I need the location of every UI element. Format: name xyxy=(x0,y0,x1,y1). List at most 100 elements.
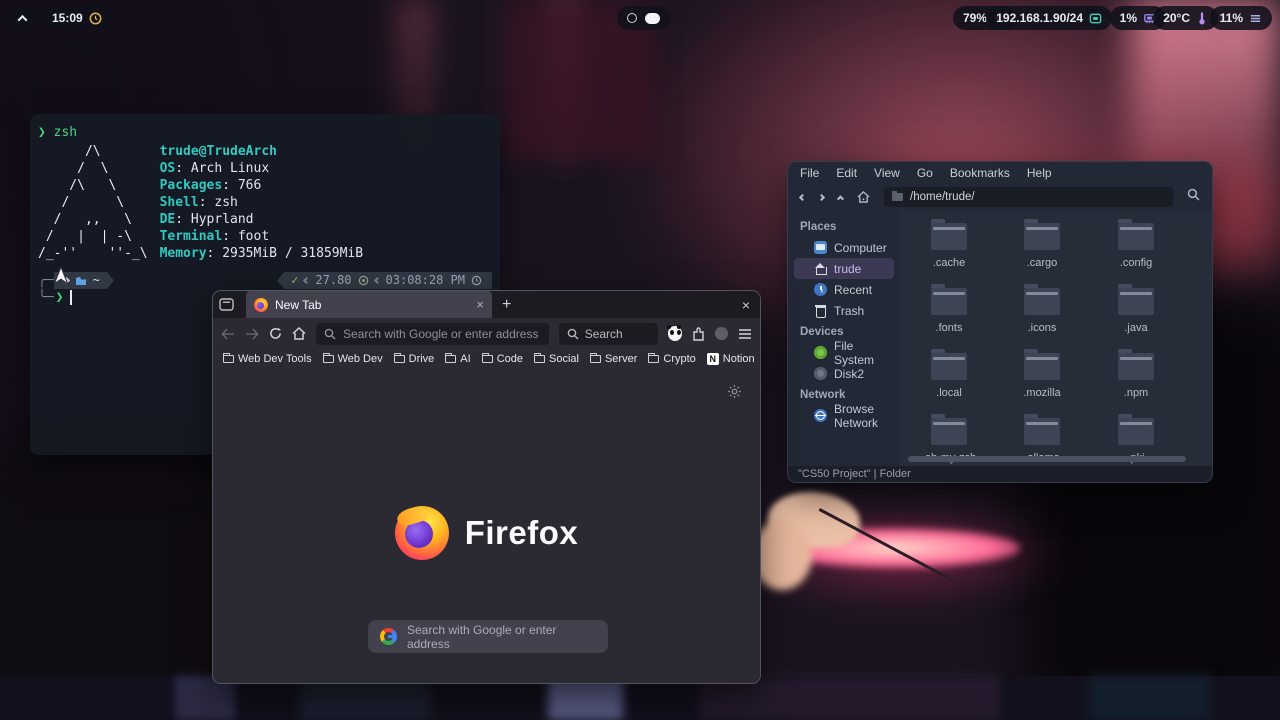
file-item[interactable]: .mozilla xyxy=(999,353,1085,399)
bookmark-folder-web-dev-tools[interactable]: Web Dev Tools xyxy=(223,353,312,365)
fastfetch-info: trude@TrudeArch OS: Arch Linux Packages:… xyxy=(160,143,364,262)
new-tab-button[interactable]: + xyxy=(502,296,511,314)
searchbar-input[interactable]: Search xyxy=(559,323,658,345)
personalize-gear-button[interactable] xyxy=(727,384,742,404)
newtab-search-input[interactable]: Search with Google or enter address xyxy=(368,620,608,653)
menu-edit[interactable]: Edit xyxy=(836,166,857,180)
bookmark-folder-drive[interactable]: Drive xyxy=(394,353,435,365)
prompt-cwd: ~ xyxy=(93,272,100,289)
horizontal-scrollbar[interactable] xyxy=(908,456,1186,462)
forward-button[interactable] xyxy=(245,328,259,340)
cpu-widget[interactable]: 11% xyxy=(1210,6,1272,30)
reload-button[interactable] xyxy=(269,327,282,340)
temperature-value: 20°C xyxy=(1163,11,1190,25)
folder-icon xyxy=(445,355,456,363)
bookmark-folder-server[interactable]: Server xyxy=(590,353,637,365)
sidebar-section-places: Places xyxy=(788,216,900,237)
file-item[interactable]: .java xyxy=(1093,288,1179,334)
tab-title: New Tab xyxy=(275,298,321,312)
temperature-widget[interactable]: 20°C xyxy=(1153,6,1218,30)
folder-icon xyxy=(1118,288,1154,315)
computer-icon xyxy=(814,241,827,254)
sidebar-item-trude[interactable]: trude xyxy=(794,258,894,279)
forward-button[interactable] xyxy=(819,195,824,200)
path-bar-input[interactable]: /home/trude/ xyxy=(884,187,1173,207)
folder-icon xyxy=(394,355,405,363)
folder-icon xyxy=(931,288,967,315)
clock-text: 15:09 xyxy=(52,11,83,25)
mouse-cursor xyxy=(52,266,70,286)
folder-icon xyxy=(590,355,601,363)
network-address: 192.168.1.90/24 xyxy=(996,11,1083,25)
back-button[interactable] xyxy=(800,195,805,200)
urlbar-placeholder: Search with Google or enter address xyxy=(343,327,538,341)
file-item[interactable]: .config xyxy=(1093,223,1179,269)
file-manager-window[interactable]: File Edit View Go Bookmarks Help /home/t… xyxy=(787,161,1213,483)
sidebar-item-recent[interactable]: Recent xyxy=(794,279,894,300)
filesystem-icon xyxy=(814,346,827,359)
clock-widget[interactable]: 15:09 xyxy=(42,6,112,30)
file-item[interactable]: .cargo xyxy=(999,223,1085,269)
folder-icon xyxy=(1024,288,1060,315)
bookmark-notion[interactable]: NNotion xyxy=(707,353,755,365)
google-icon xyxy=(380,628,397,645)
bookmark-folder-social[interactable]: Social xyxy=(534,353,579,365)
bookmark-folder-web-dev[interactable]: Web Dev xyxy=(323,353,383,365)
file-item[interactable]: .icons xyxy=(999,288,1085,334)
firefox-nav-bar: Search with Google or enter address Sear… xyxy=(213,318,760,349)
firefox-favicon xyxy=(254,298,268,312)
menu-bookmarks[interactable]: Bookmarks xyxy=(950,166,1010,180)
separator-chevron-icon xyxy=(373,277,380,284)
folder-icon xyxy=(223,355,234,363)
firefox-view-button[interactable] xyxy=(213,298,239,311)
firefox-wordmark: Firefox xyxy=(465,514,579,552)
back-button[interactable] xyxy=(221,328,235,340)
file-item[interactable]: .cache xyxy=(906,223,992,269)
folder-icon xyxy=(931,418,967,445)
memory-usage: 1% xyxy=(1120,11,1137,25)
file-item[interactable]: .npm xyxy=(1093,353,1179,399)
menu-help[interactable]: Help xyxy=(1027,166,1052,180)
sidebar-item-file-system[interactable]: File System xyxy=(794,342,894,363)
clock-icon xyxy=(89,12,102,25)
bookmarks-toolbar: Web Dev Tools Web Dev Drive AI Code Soci… xyxy=(213,349,760,368)
menu-file[interactable]: File xyxy=(800,166,819,180)
home-button[interactable] xyxy=(292,327,306,340)
workspace-2-indicator-active[interactable] xyxy=(645,13,660,24)
firefox-window[interactable]: New Tab × + × Search with Google or ente… xyxy=(212,290,761,684)
bookmark-folder-crypto[interactable]: Crypto xyxy=(648,353,695,365)
window-close-button[interactable]: × xyxy=(742,297,750,313)
workspace-switcher[interactable] xyxy=(617,6,670,30)
extension-icon[interactable] xyxy=(692,327,705,341)
disk-icon xyxy=(814,367,827,380)
menu-view[interactable]: View xyxy=(874,166,900,180)
menu-button[interactable] xyxy=(738,328,752,340)
up-button[interactable] xyxy=(838,195,843,200)
folder-icon xyxy=(1118,418,1154,445)
search-button[interactable] xyxy=(1187,188,1200,206)
urlbar-input[interactable]: Search with Google or enter address xyxy=(316,323,549,345)
privacy-badger-extension-icon[interactable] xyxy=(668,326,683,341)
tab-new-tab[interactable]: New Tab × xyxy=(246,291,492,318)
file-item[interactable]: .local xyxy=(906,353,992,399)
network-widget[interactable]: 192.168.1.90/24 xyxy=(986,6,1112,30)
bookmark-folder-code[interactable]: Code xyxy=(482,353,523,365)
folder-icon xyxy=(1118,223,1154,250)
bookmark-folder-ai[interactable]: AI xyxy=(445,353,470,365)
sidebar-item-browse-network[interactable]: Browse Network xyxy=(794,405,894,426)
workspace-1-indicator[interactable] xyxy=(627,13,637,23)
launcher-button[interactable] xyxy=(8,6,36,30)
firefox-view-icon xyxy=(219,298,234,311)
sidebar-item-computer[interactable]: Computer xyxy=(794,237,894,258)
disabled-extension-icon[interactable] xyxy=(715,327,728,340)
trash-icon xyxy=(814,304,827,317)
menu-go[interactable]: Go xyxy=(917,166,933,180)
cpu-menu-icon xyxy=(1249,12,1262,25)
folder-icon xyxy=(892,193,903,201)
prompt-frame-bottom: ╰─ xyxy=(38,289,54,306)
home-button[interactable] xyxy=(857,191,870,203)
file-item[interactable]: .fonts xyxy=(906,288,992,334)
folder-icon xyxy=(323,355,334,363)
sidebar-item-trash[interactable]: Trash xyxy=(794,300,894,321)
tab-close-button[interactable]: × xyxy=(476,297,484,312)
